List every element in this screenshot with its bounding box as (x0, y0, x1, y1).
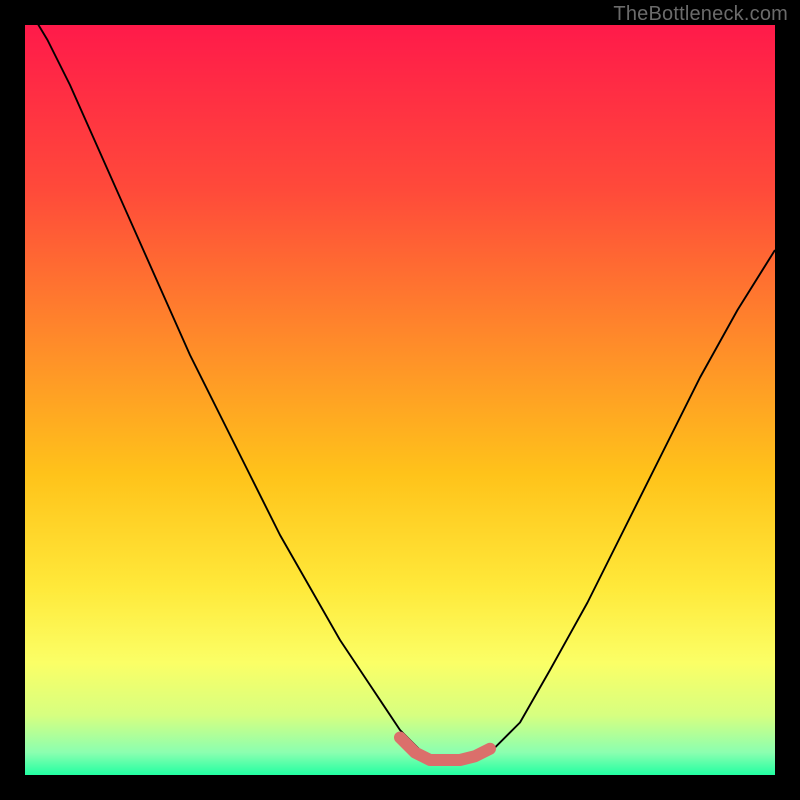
chart-frame: TheBottleneck.com (0, 0, 800, 800)
watermark-text: TheBottleneck.com (613, 3, 788, 26)
bottleneck-curve (25, 25, 775, 775)
plot-area (25, 25, 775, 775)
